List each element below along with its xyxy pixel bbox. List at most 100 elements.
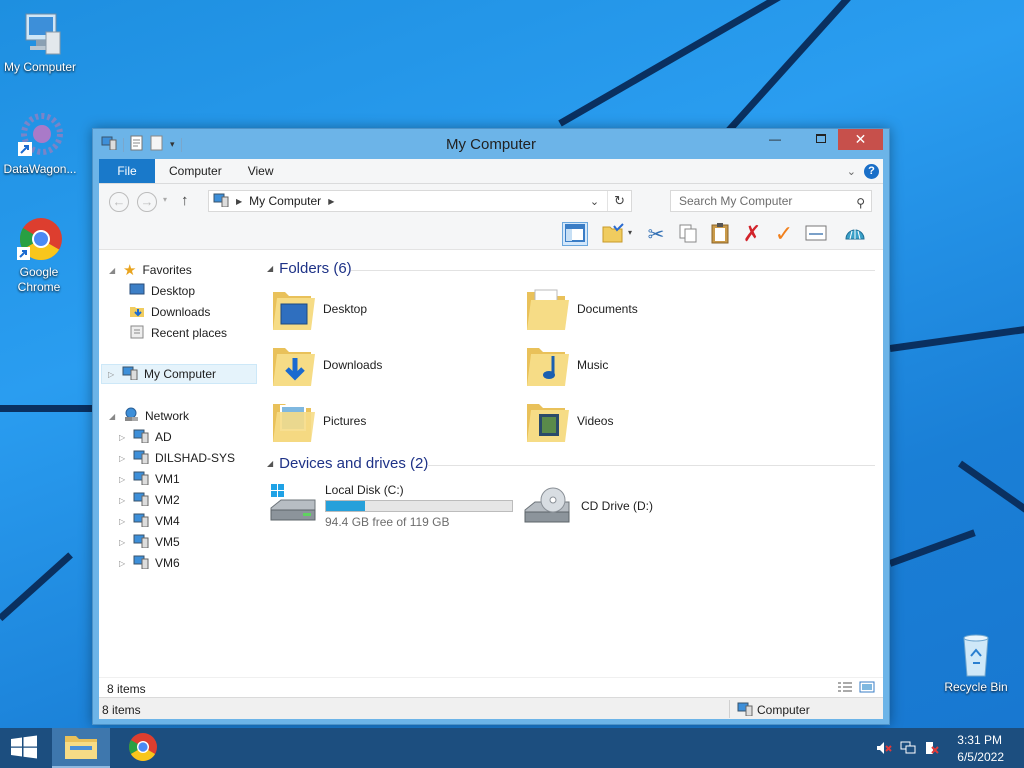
nav-network-item[interactable]: ▷ AD — [119, 427, 172, 447]
volume-muted-icon[interactable] — [876, 741, 892, 758]
folder-options-chevron-icon[interactable]: ▾ — [628, 228, 632, 237]
checkmark-icon: ✓ — [774, 221, 794, 246]
rename-button[interactable]: ✓ — [771, 221, 797, 246]
collapsed-chevron-icon[interactable]: ▷ — [108, 370, 116, 379]
refresh-icon[interactable]: ↻ — [614, 193, 625, 209]
clock-date[interactable]: 6/5/2022 — [957, 750, 1004, 764]
nav-network[interactable]: ◢ Network — [109, 406, 189, 426]
breadcrumb-my-computer[interactable]: My Computer — [249, 194, 321, 208]
collapsed-chevron-icon[interactable]: ▷ — [119, 559, 127, 568]
nav-my-computer[interactable]: ▷ My Computer — [101, 364, 257, 384]
desktop-icon-google-chrome[interactable]: Google Chrome — [0, 215, 78, 295]
details-view-icon[interactable] — [837, 681, 853, 696]
collapsed-chevron-icon[interactable]: ▷ — [119, 454, 127, 463]
folders-group-header[interactable]: ◢ Folders (6) — [267, 260, 352, 277]
nav-network-item[interactable]: ▷ VM5 — [119, 532, 180, 552]
folder-item-music[interactable]: Music — [525, 342, 608, 388]
forward-button[interactable]: → — [137, 192, 157, 212]
expanded-chevron-icon[interactable]: ◢ — [109, 412, 117, 421]
large-icons-view-icon[interactable] — [859, 681, 875, 696]
nav-network-item[interactable]: ▷ VM4 — [119, 511, 180, 531]
desktop-icon-label: DataWagon... — [3, 162, 77, 176]
preview-pane-button[interactable] — [562, 222, 588, 246]
clock-time[interactable]: 3:31 PM — [957, 733, 1002, 747]
paste-button[interactable] — [707, 222, 733, 246]
ribbon-expand-chevron-icon[interactable]: ⌄ — [847, 165, 856, 178]
address-bar[interactable]: ▶ My Computer ▶ ⌄ ↻ — [208, 190, 632, 212]
copy-button[interactable] — [675, 222, 701, 246]
collapsed-chevron-icon[interactable]: ▷ — [119, 496, 127, 505]
star-icon: ★ — [123, 262, 137, 279]
folder-item-pictures[interactable]: Pictures — [271, 398, 366, 444]
taskbar-chrome[interactable] — [114, 728, 172, 768]
tab-computer[interactable]: Computer — [155, 164, 235, 178]
maximize-icon — [816, 134, 826, 143]
desktop-icon-my-computer[interactable]: My Computer — [0, 10, 80, 75]
computer-icon — [16, 10, 64, 58]
network-tray-icon[interactable] — [900, 741, 916, 758]
scissors-icon: ✂ — [647, 223, 665, 246]
address-dropdown-icon[interactable]: ⌄ — [590, 195, 599, 208]
search-input[interactable]: Search My Computer ⚲ — [670, 190, 872, 212]
devices-group-header[interactable]: ◢ Devices and drives (2) — [267, 455, 428, 472]
nav-favorites[interactable]: ◢ ★ Favorites — [109, 260, 192, 280]
breadcrumb-separator-icon[interactable]: ▶ — [236, 197, 242, 206]
tab-view[interactable]: View — [235, 164, 287, 178]
action-center-icon[interactable] — [924, 741, 940, 758]
drive-item-d[interactable]: CD Drive (D:) — [523, 486, 653, 526]
maximize-button[interactable] — [807, 129, 835, 150]
nav-network-item[interactable]: ▷ VM6 — [119, 553, 180, 573]
network-computer-icon — [133, 534, 149, 551]
back-button[interactable]: ← — [109, 192, 129, 212]
breadcrumb-separator-icon[interactable]: ▶ — [328, 197, 334, 206]
close-button[interactable]: ✕ — [838, 129, 883, 150]
collapsed-chevron-icon[interactable]: ▷ — [119, 433, 127, 442]
title-bar[interactable]: ▾ My Computer — ✕ — [93, 129, 889, 159]
folder-item-desktop[interactable]: Desktop — [271, 286, 367, 332]
network-computer-icon — [133, 429, 149, 446]
nav-network-item[interactable]: ▷ VM1 — [119, 469, 180, 489]
properties-button[interactable] — [803, 222, 829, 246]
folder-item-downloads[interactable]: Downloads — [271, 342, 382, 388]
collapsed-chevron-icon[interactable]: ▷ — [119, 475, 127, 484]
back-arrow-icon: ← — [112, 194, 126, 209]
desktop-icon-datawagon[interactable]: DataWagon... — [0, 112, 80, 177]
devices-group-label: Devices and drives (2) — [279, 455, 429, 472]
group-collapse-chevron-icon[interactable]: ◢ — [267, 264, 273, 273]
folder-label: Documents — [577, 302, 638, 316]
recent-locations-chevron-icon[interactable]: ▾ — [163, 195, 167, 204]
nav-item-label: AD — [155, 430, 172, 444]
collapsed-chevron-icon[interactable]: ▷ — [119, 538, 127, 547]
nav-item-label: VM5 — [155, 535, 180, 549]
folder-check-icon — [602, 222, 624, 246]
nav-item-desktop[interactable]: Desktop — [129, 281, 195, 301]
folder-item-documents[interactable]: Documents — [525, 286, 638, 332]
desktop-icon-recycle-bin[interactable]: Recycle Bin — [936, 630, 1016, 695]
help-icon[interactable]: ? — [864, 163, 879, 179]
hard-disk-icon — [269, 482, 317, 524]
drive-item-c[interactable]: Local Disk (C:) 94.4 GB free of 119 GB — [269, 482, 513, 529]
taskbar-file-explorer[interactable] — [52, 728, 110, 768]
minimize-button[interactable]: — — [761, 129, 789, 150]
minimize-icon: — — [769, 132, 781, 146]
nav-item-recent-places[interactable]: Recent places — [129, 323, 227, 343]
start-button[interactable] — [0, 728, 48, 768]
folder-item-videos[interactable]: Videos — [525, 398, 613, 444]
cut-button[interactable]: ✂ — [643, 222, 669, 246]
tab-file[interactable]: File — [99, 159, 155, 183]
collapsed-chevron-icon[interactable]: ▷ — [119, 517, 127, 526]
folder-options-button[interactable] — [600, 222, 626, 246]
network-share-button[interactable] — [842, 222, 868, 246]
nav-item-label: VM4 — [155, 514, 180, 528]
nav-network-item[interactable]: ▷ VM2 — [119, 490, 180, 510]
delete-x-icon: ✗ — [742, 221, 762, 246]
nav-item-downloads[interactable]: Downloads — [129, 302, 210, 322]
up-arrow-icon[interactable]: ↑ — [181, 192, 189, 209]
delete-button[interactable]: ✗ — [739, 221, 765, 246]
group-collapse-chevron-icon[interactable]: ◢ — [267, 459, 273, 468]
nav-network-item[interactable]: ▷ DILSHAD-SYS — [119, 448, 235, 468]
expanded-chevron-icon[interactable]: ◢ — [109, 266, 117, 275]
drive-name: Local Disk (C:) — [325, 483, 404, 497]
nav-my-computer-label: My Computer — [144, 367, 217, 381]
network-computer-icon — [133, 492, 149, 509]
